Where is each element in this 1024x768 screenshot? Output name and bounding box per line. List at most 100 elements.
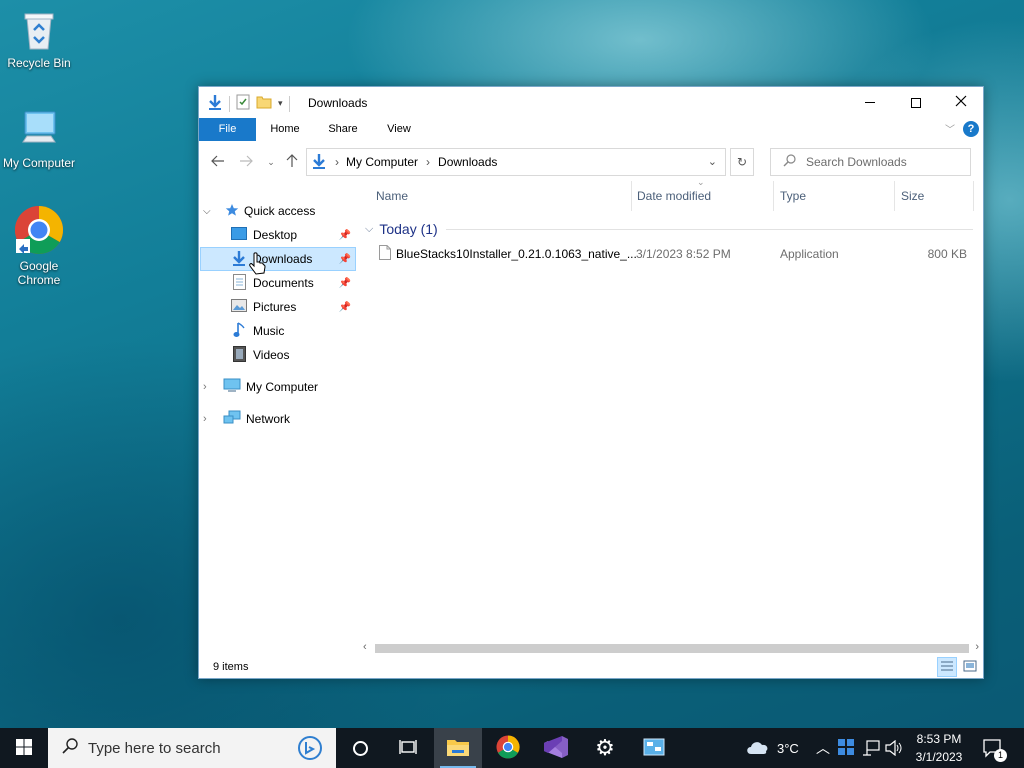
address-dropdown-icon[interactable]: ⌄	[708, 155, 717, 168]
desktop-icon-label: My Computer	[2, 156, 76, 170]
tab-share[interactable]: Share	[321, 118, 365, 141]
properties-icon[interactable]	[236, 94, 250, 113]
clock-time[interactable]: 8:53 PM	[916, 732, 962, 746]
nav-quick-access[interactable]: ⌵ Quick access	[203, 199, 353, 223]
nav-item-videos[interactable]: Videos	[201, 343, 355, 367]
column-divider[interactable]	[973, 181, 974, 211]
star-icon	[225, 203, 239, 220]
taskbar-file-explorer[interactable]	[434, 728, 482, 768]
taskbar-control-panel[interactable]	[630, 728, 678, 768]
desktop-icon-recycle-bin[interactable]: Recycle Bin	[0, 8, 79, 70]
taskbar-chrome[interactable]	[484, 728, 532, 768]
file-icon	[379, 245, 391, 263]
show-hidden-icons-icon[interactable]: ︿	[816, 738, 830, 758]
taskbar-visual-studio[interactable]	[532, 728, 580, 768]
cortana-icon	[352, 740, 368, 756]
widgets-icon[interactable]	[838, 739, 854, 758]
column-divider[interactable]	[631, 181, 632, 211]
column-header-name[interactable]: Name	[376, 181, 626, 211]
nav-item-pictures[interactable]: Pictures 📌	[201, 295, 355, 319]
nav-label: Music	[253, 324, 285, 338]
chevron-down-icon[interactable]: ⌵	[203, 206, 217, 217]
pin-icon[interactable]: 📌	[339, 254, 351, 265]
computer-icon	[223, 378, 241, 396]
pin-icon[interactable]: 📌	[339, 302, 351, 313]
breadcrumb-downloads[interactable]: Downloads	[438, 155, 497, 169]
chevron-right-icon[interactable]: ›	[203, 381, 217, 393]
weather-cloud-icon[interactable]	[745, 738, 771, 759]
chevron-down-icon[interactable]: ⌵	[365, 223, 373, 236]
recent-locations-button[interactable]: ⌄	[261, 152, 281, 172]
nav-network[interactable]: › Network	[203, 407, 353, 431]
refresh-button[interactable]: ↻	[730, 148, 754, 176]
details-view-button[interactable]	[937, 657, 957, 677]
new-folder-icon[interactable]	[256, 94, 272, 113]
bing-icon[interactable]	[296, 735, 324, 765]
close-button[interactable]	[938, 87, 984, 118]
horizontal-scrollbar[interactable]: ‹ ›	[361, 640, 983, 657]
breadcrumb-separator[interactable]: ›	[335, 155, 339, 169]
minimize-button[interactable]	[847, 87, 893, 118]
taskbar-search-box[interactable]: Type here to search	[48, 728, 336, 768]
nav-item-documents[interactable]: Documents 📌	[201, 271, 355, 295]
download-arrow-icon	[207, 94, 223, 113]
address-bar[interactable]: › My Computer › Downloads ⌄	[306, 148, 726, 176]
maximize-button[interactable]	[893, 87, 939, 118]
windows-logo-icon	[16, 738, 32, 758]
expand-ribbon-icon[interactable]: ﹀	[945, 121, 955, 136]
nav-label: Network	[246, 412, 291, 426]
search-input[interactable]: Search Downloads	[770, 148, 971, 176]
mouse-cursor-icon	[248, 252, 266, 279]
group-header-today[interactable]: ⌵ Today (1)	[365, 219, 973, 239]
back-button[interactable]	[208, 152, 228, 172]
large-icons-view-button[interactable]	[960, 657, 980, 677]
taskbar-settings[interactable]: ⚙	[581, 728, 629, 768]
scrollbar-thumb[interactable]	[375, 644, 969, 653]
file-size: 800 KB	[927, 247, 967, 261]
title-bar[interactable]: ▾ Downloads	[199, 87, 983, 118]
column-divider[interactable]	[773, 181, 774, 211]
column-divider[interactable]	[894, 181, 895, 211]
start-button[interactable]	[0, 728, 48, 768]
scroll-left-icon[interactable]: ‹	[363, 641, 367, 653]
taskbar: Type here to search ⚙ 3°C ︿ 8:53 PM 3/1/…	[0, 728, 1024, 768]
back-arrow-icon	[211, 154, 225, 170]
up-button[interactable]	[282, 152, 302, 172]
cortana-button[interactable]	[336, 728, 384, 768]
window-title: Downloads	[308, 96, 368, 110]
ribbon-tabs: File Home Share View ﹀ ?	[199, 118, 983, 141]
breadcrumb-my-computer[interactable]: My Computer	[346, 155, 418, 169]
network-icon[interactable]	[862, 740, 880, 759]
desktop-icon-my-computer[interactable]: My Computer	[0, 108, 79, 170]
tab-home[interactable]: Home	[263, 118, 307, 141]
pin-icon[interactable]: 📌	[339, 230, 351, 241]
chevron-down-icon: ⌄	[267, 156, 275, 167]
column-header-size[interactable]: Size	[901, 181, 971, 211]
nav-label: Quick access	[244, 204, 316, 218]
pin-icon[interactable]: 📌	[339, 278, 351, 289]
chevron-right-icon[interactable]: ›	[203, 413, 217, 425]
volume-icon[interactable]	[885, 739, 903, 759]
breadcrumb-separator[interactable]: ›	[426, 155, 430, 169]
refresh-icon: ↻	[736, 155, 748, 169]
nav-item-downloads[interactable]: Downloads 📌	[200, 247, 356, 271]
nav-item-desktop[interactable]: Desktop 📌	[201, 223, 355, 247]
large-icons-view-icon	[963, 660, 977, 675]
help-icon[interactable]: ?	[963, 121, 979, 137]
task-view-button[interactable]	[384, 728, 432, 768]
nav-my-computer[interactable]: › My Computer	[203, 375, 353, 399]
scroll-right-icon[interactable]: ›	[975, 641, 979, 653]
clock-date[interactable]: 3/1/2023	[913, 750, 965, 764]
column-header-type[interactable]: Type	[780, 181, 890, 211]
nav-item-music[interactable]: Music	[201, 319, 355, 343]
group-label: Today (1)	[379, 221, 438, 237]
file-row[interactable]: BlueStacks10Installer_0.21.0.1063_native…	[373, 243, 973, 265]
weather-temperature[interactable]: 3°C	[777, 741, 799, 756]
desktop-icon-google-chrome[interactable]: Google Chrome	[0, 205, 79, 287]
tab-view[interactable]: View	[379, 118, 419, 141]
tab-file[interactable]: File	[199, 118, 256, 141]
desktop-icon	[231, 227, 247, 243]
column-header-date[interactable]: Date modified	[637, 181, 767, 211]
customize-toolbar-icon[interactable]: ▾	[278, 98, 283, 109]
forward-button[interactable]	[236, 152, 256, 172]
